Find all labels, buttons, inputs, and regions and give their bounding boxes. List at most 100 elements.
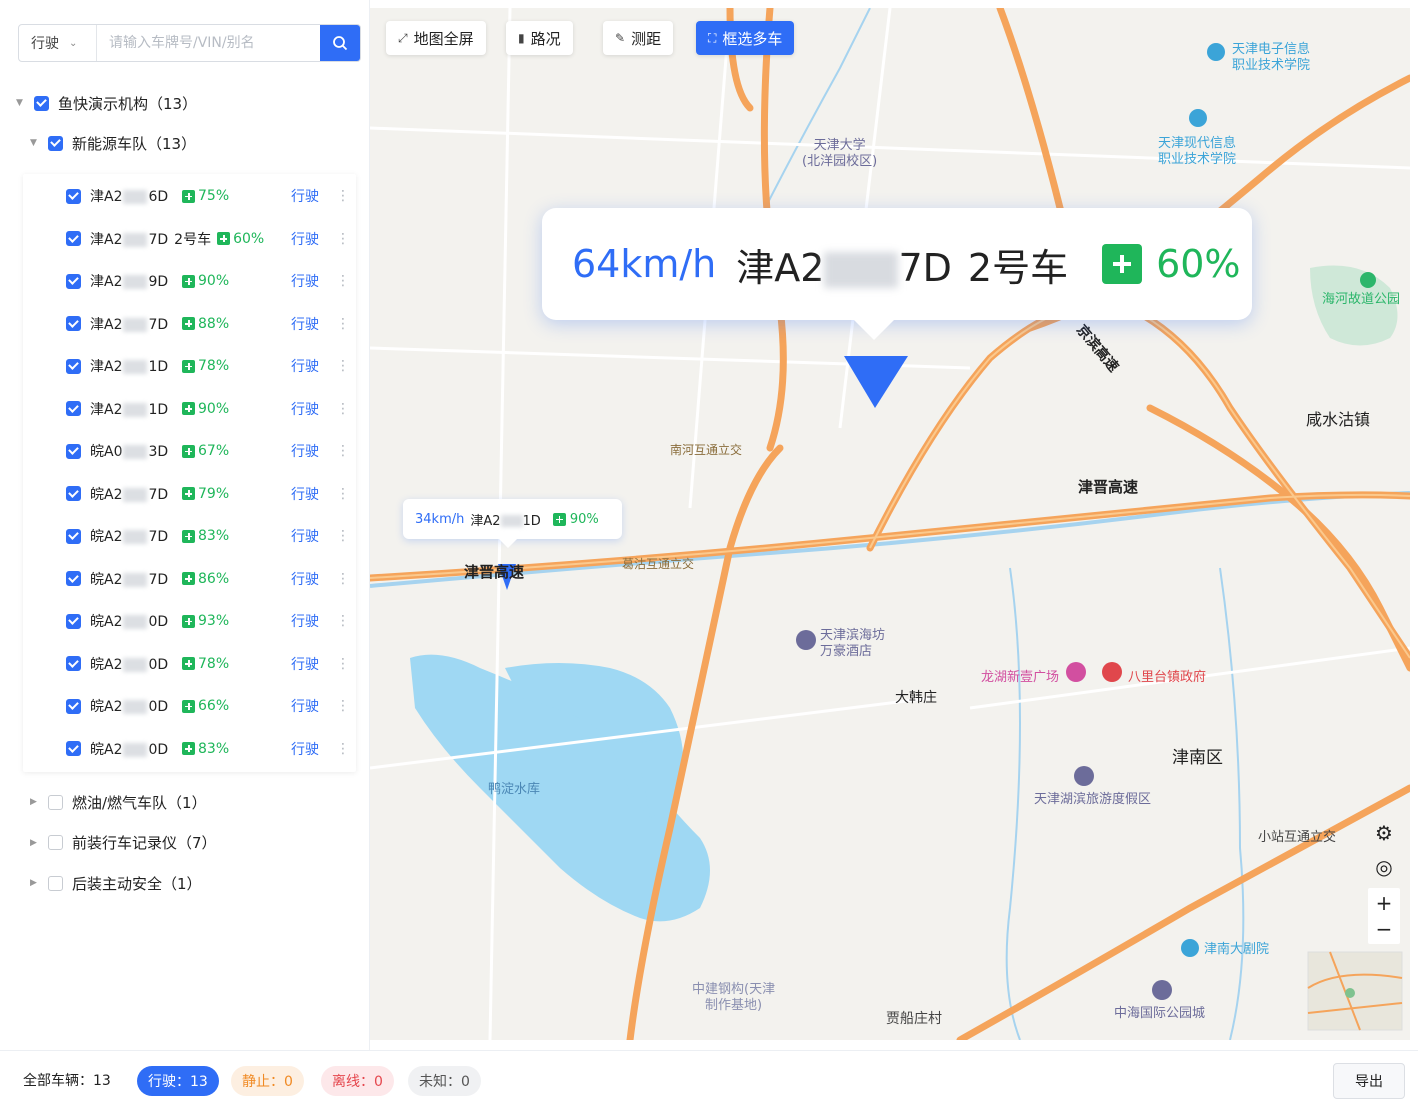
vehicle-checkbox[interactable] xyxy=(66,358,81,374)
vehicle-checkbox[interactable] xyxy=(66,571,81,586)
vehicle-battery: 78% xyxy=(182,358,272,374)
more-vertical-icon[interactable]: ⋮ xyxy=(336,528,350,544)
battery-icon xyxy=(182,657,195,670)
more-vertical-icon[interactable]: ⋮ xyxy=(336,486,350,502)
map-label-interchange2: 葛沽互通立交 xyxy=(622,557,695,571)
more-vertical-icon[interactable]: ⋮ xyxy=(336,613,350,629)
group-checkbox[interactable] xyxy=(48,875,63,891)
vehicle-checkbox[interactable] xyxy=(66,613,81,629)
vehicle-row[interactable]: 皖A2 7D 83% 行驶 ⋮ xyxy=(23,521,356,551)
more-vertical-icon[interactable]: ⋮ xyxy=(336,231,350,247)
vehicle-checkbox[interactable] xyxy=(66,656,81,671)
vehicle-row[interactable]: 津A2 6D 75% 行驶 ⋮ xyxy=(23,181,356,211)
more-vertical-icon[interactable]: ⋮ xyxy=(336,741,350,757)
vehicle-panel: 行驶 ⌄ ▼ 鱼快演示机构（13） ▼ 新能源车队（13） 津A26D 75% 行驶… xyxy=(0,0,370,1050)
export-button[interactable]: 导出 xyxy=(1333,1063,1405,1099)
tree-group[interactable]: ▶ 后装主动安全（1） xyxy=(30,871,202,895)
vehicle-row[interactable]: 皖A2 0D 83% 行驶 ⋮ xyxy=(23,734,356,764)
org-label: 鱼快演示机构（13） xyxy=(58,94,198,113)
group-checkbox[interactable] xyxy=(48,835,63,850)
vehicle-plate: 皖A0 3D xyxy=(90,444,169,460)
map-settings-button[interactable]: ⚙ xyxy=(1368,818,1400,848)
zoom-out-button[interactable]: − xyxy=(1368,914,1400,944)
filter-unknown-chip[interactable]: 未知：0 xyxy=(408,1066,481,1096)
vehicle-checkbox[interactable] xyxy=(66,401,81,416)
tree-group[interactable]: ▶ 前装行车记录仪（7） xyxy=(30,831,217,855)
map-view[interactable]: 天津大学 (北洋园校区) 天津电子信息 职业技术学院 天津现代信息 职业技术学院… xyxy=(370,8,1410,1040)
caret-down-icon[interactable]: ▼ xyxy=(30,138,40,148)
tree-org[interactable]: ▼ 鱼快演示机构（13） xyxy=(16,91,197,115)
select-multi-button[interactable]: ⛶ 框选多车 xyxy=(696,21,795,55)
vehicle-row[interactable]: 津A2 1D 90% 行驶 ⋮ xyxy=(23,394,356,424)
vehicle-checkbox[interactable] xyxy=(66,273,81,289)
vehicle-checkbox[interactable] xyxy=(66,231,81,246)
vehicle-popup-small[interactable]: 34km/h 津A2 1D 90% xyxy=(403,499,622,548)
caret-right-icon[interactable]: ▶ xyxy=(30,838,40,848)
filter-stopped-chip[interactable]: 静止：0 xyxy=(231,1066,304,1096)
more-vertical-icon[interactable]: ⋮ xyxy=(336,656,350,672)
fullscreen-button[interactable]: ⤢ 地图全屏 xyxy=(386,21,486,55)
popup-small-plate: 津A2 1D xyxy=(470,513,541,529)
caret-right-icon[interactable]: ▶ xyxy=(30,797,40,807)
map-label-tju: 天津大学 (北洋园校区) xyxy=(802,138,878,169)
search-icon xyxy=(333,36,348,51)
vehicle-row[interactable]: 皖A0 3D 67% 行驶 ⋮ xyxy=(23,436,356,466)
vehicle-row[interactable]: 皖A2 7D 86% 行驶 ⋮ xyxy=(23,564,356,594)
gear-icon: ⚙ xyxy=(1375,821,1393,845)
status-bar: 全部车辆：13 行驶：13 静止：0 离线：0 未知：0 导出 xyxy=(0,1050,1418,1109)
vehicle-status: 行驶 xyxy=(291,614,319,630)
tree-fleet[interactable]: ▼ 新能源车队（13） xyxy=(30,131,196,155)
group-checkbox[interactable] xyxy=(48,794,63,810)
battery-icon xyxy=(182,699,195,713)
group-label: 前装行车记录仪（7） xyxy=(72,834,217,852)
vehicle-row[interactable]: 津A2 7D 88% 行驶 ⋮ xyxy=(23,309,356,339)
vehicle-checkbox[interactable] xyxy=(66,188,81,204)
vehicle-row[interactable]: 皖A2 7D 79% 行驶 ⋮ xyxy=(23,479,356,509)
filter-running-chip[interactable]: 行驶：13 xyxy=(137,1066,219,1096)
caret-right-icon[interactable]: ▶ xyxy=(30,878,40,888)
more-vertical-icon[interactable]: ⋮ xyxy=(336,401,350,417)
more-vertical-icon[interactable]: ⋮ xyxy=(336,571,350,587)
caret-down-icon[interactable]: ▼ xyxy=(16,98,26,108)
vehicle-row[interactable]: 津A2 9D 90% 行驶 ⋮ xyxy=(23,266,356,296)
search-button[interactable] xyxy=(320,25,360,61)
status-filter-select[interactable]: 行驶 ⌄ xyxy=(19,25,97,61)
map-label-yayuan: 鸭淀水库 xyxy=(488,782,541,797)
vehicle-popup-main[interactable]: 64km/h 津A2 7D 2号车 60% xyxy=(542,208,1252,340)
fleet-checkbox[interactable] xyxy=(48,135,63,151)
vehicle-status: 行驶 xyxy=(291,401,319,418)
battery-icon xyxy=(182,317,195,330)
locate-button[interactable]: ◎ xyxy=(1368,852,1400,882)
more-vertical-icon[interactable]: ⋮ xyxy=(336,316,350,332)
more-vertical-icon[interactable]: ⋮ xyxy=(336,273,350,289)
vehicle-checkbox[interactable] xyxy=(66,528,81,544)
more-vertical-icon[interactable]: ⋮ xyxy=(336,698,350,714)
org-checkbox[interactable] xyxy=(34,95,49,111)
vehicle-row[interactable]: 津A2 1D 78% 行驶 ⋮ xyxy=(23,351,356,381)
more-vertical-icon[interactable]: ⋮ xyxy=(336,188,350,204)
status-filter-value: 行驶 xyxy=(31,36,59,52)
filter-offline-chip[interactable]: 离线：0 xyxy=(321,1066,394,1096)
vehicle-row[interactable]: 皖A2 0D 93% 行驶 ⋮ xyxy=(23,606,356,636)
search-input[interactable] xyxy=(97,25,320,61)
plus-icon: + xyxy=(1375,891,1393,915)
map-label-xiaozhan: 小站互通立交 xyxy=(1258,830,1337,845)
map-label-park: 海河故道公园 xyxy=(1322,292,1401,307)
more-vertical-icon[interactable]: ⋮ xyxy=(336,443,350,459)
tree-group[interactable]: ▶ 燃油/燃气车队（1） xyxy=(30,790,207,814)
battery-icon xyxy=(182,487,195,500)
vehicle-row[interactable]: 皖A2 0D 78% 行驶 ⋮ xyxy=(23,649,356,679)
measure-button[interactable]: ✎ 测距 xyxy=(603,21,674,55)
vehicle-checkbox[interactable] xyxy=(66,486,81,501)
vehicle-row[interactable]: 皖A2 0D 66% 行驶 ⋮ xyxy=(23,691,356,721)
map-label-zhonghai: 中海国际公园城 xyxy=(1114,1006,1206,1021)
more-vertical-icon[interactable]: ⋮ xyxy=(336,358,350,374)
vehicle-checkbox[interactable] xyxy=(66,316,81,331)
vehicle-checkbox[interactable] xyxy=(66,741,81,756)
vehicle-checkbox[interactable] xyxy=(66,698,81,714)
fleet-label: 新能源车队（13） xyxy=(72,134,197,153)
vehicle-row[interactable]: 津A2 7D 2号车 60% 行驶 ⋮ xyxy=(23,224,356,254)
vehicle-checkbox[interactable] xyxy=(66,443,81,459)
vehicle-status: 行驶 xyxy=(291,571,319,588)
traffic-button[interactable]: ▮ 路况 xyxy=(506,21,573,55)
